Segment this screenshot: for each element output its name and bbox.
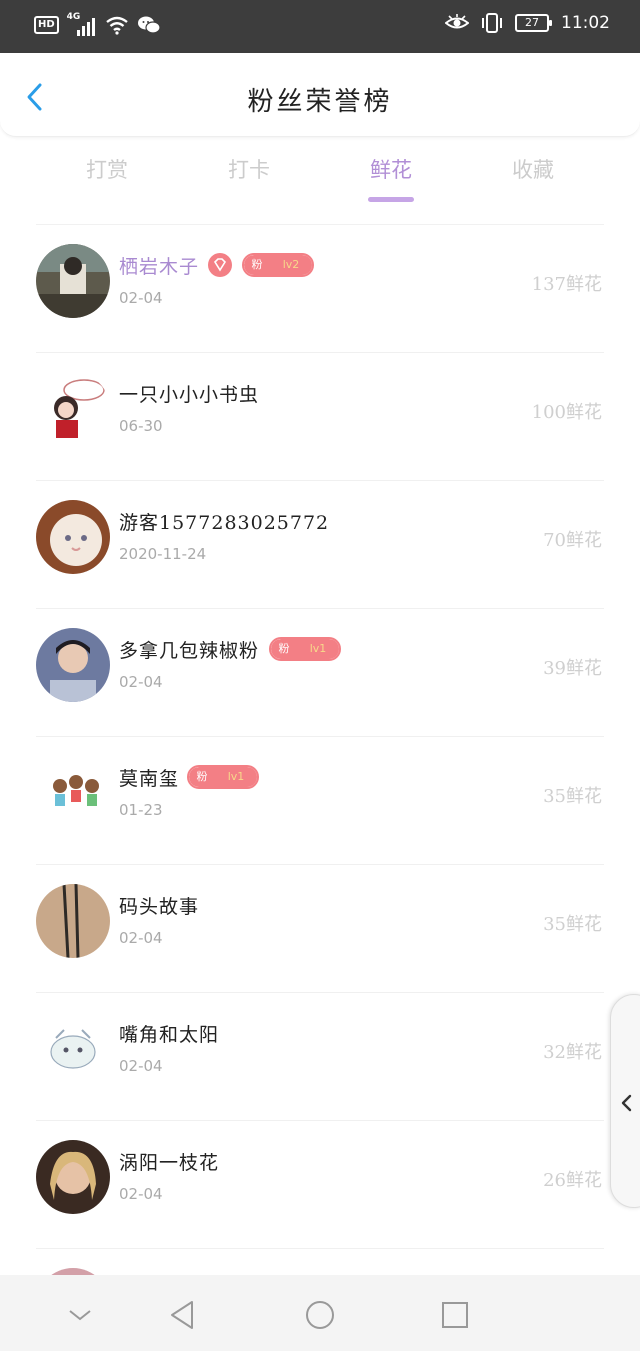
fan-date: 02-04 — [119, 929, 163, 947]
fan-honor-page: HD 4G 27 11:02 粉丝荣誉榜 打赏 打卡 鲜花 收藏 栖岩木子 粉 … — [0, 0, 640, 1351]
vibrate-icon — [482, 13, 502, 33]
tab-label: 打赏 — [86, 158, 128, 182]
fan-badge-label: 粉 — [271, 639, 297, 659]
list-item[interactable]: 码头故事 02-04 35鲜花 — [0, 865, 640, 993]
fan-name: 栖岩木子 — [119, 256, 200, 278]
level-label: lv1 — [309, 642, 327, 655]
fan-date: 02-04 — [119, 1185, 163, 1203]
avatar[interactable] — [36, 244, 110, 318]
nav-back-button[interactable] — [163, 1295, 203, 1335]
flower-count: 137鲜花 — [531, 274, 602, 295]
fan-badge-label: 粉 — [244, 255, 270, 275]
flower-count: 32鲜花 — [543, 1042, 602, 1063]
fan-ranking-list: 栖岩木子 粉 lv2 02-04 137鲜花 一只小小小书虫 06-30 100… — [0, 225, 640, 1351]
fan-name: 涡阳一枝花 — [119, 1152, 220, 1174]
fan-level-badge: 粉 lv1 — [269, 637, 341, 661]
side-drawer-handle[interactable] — [610, 994, 640, 1208]
flower-count: 39鲜花 — [543, 658, 602, 679]
avatar[interactable] — [36, 756, 110, 830]
fan-name: 嘴角和太阳 — [119, 1024, 220, 1046]
home-circle-icon — [306, 1301, 334, 1329]
eye-icon — [445, 14, 469, 29]
wechat-icon — [137, 16, 161, 34]
chevron-down-icon — [69, 1310, 91, 1321]
fan-date: 01-23 — [119, 801, 163, 819]
fan-name: 一只小小小书虫 — [119, 384, 260, 406]
clock-time: 11:02 — [561, 13, 610, 33]
tab-flowers[interactable]: 鲜花 — [320, 150, 462, 204]
system-nav-bar — [0, 1275, 640, 1351]
recents-square-icon — [442, 1302, 468, 1328]
avatar[interactable] — [36, 884, 110, 958]
back-triangle-icon — [171, 1301, 193, 1329]
status-bar: HD 4G 27 11:02 — [0, 0, 640, 53]
tab-reward[interactable]: 打赏 — [36, 150, 178, 204]
fan-date: 02-04 — [119, 289, 163, 307]
tab-label: 收藏 — [512, 158, 554, 182]
flower-count: 26鲜花 — [543, 1170, 602, 1191]
tab-label: 打卡 — [228, 158, 270, 182]
level-label: lv1 — [227, 770, 245, 783]
avatar[interactable] — [36, 500, 110, 574]
chevron-left-icon — [621, 1094, 632, 1112]
fan-name: 游客1577283025772 — [119, 512, 330, 534]
fan-date: 06-30 — [119, 417, 163, 435]
avatar[interactable] — [36, 372, 110, 446]
fan-level-badge: 粉 lv1 — [187, 765, 259, 789]
fan-date: 02-04 — [119, 1057, 163, 1075]
avatar[interactable] — [36, 1012, 110, 1086]
tab-checkin[interactable]: 打卡 — [178, 150, 320, 204]
signal-icon: 4G — [67, 12, 97, 36]
flower-count: 70鲜花 — [543, 530, 602, 551]
tab-label: 鲜花 — [370, 158, 412, 182]
nav-recents-button[interactable] — [435, 1295, 475, 1335]
avatar[interactable] — [36, 628, 110, 702]
list-item[interactable]: 游客1577283025772 2020-11-24 70鲜花 — [0, 481, 640, 609]
avatar[interactable] — [36, 1140, 110, 1214]
tab-bar: 打赏 打卡 鲜花 收藏 — [36, 150, 604, 204]
wifi-icon — [105, 16, 128, 35]
fan-name: 码头故事 — [119, 896, 200, 918]
list-item[interactable]: 涡阳一枝花 02-04 26鲜花 — [0, 1121, 640, 1249]
list-item[interactable]: 嘴角和太阳 02-04 32鲜花 — [0, 993, 640, 1121]
battery-icon: 27 — [515, 14, 552, 32]
flower-count: 100鲜花 — [531, 402, 602, 423]
diamond-icon — [208, 253, 232, 277]
fan-name: 多拿几包辣椒粉 — [119, 640, 260, 662]
flower-count: 35鲜花 — [543, 786, 602, 807]
list-item[interactable]: 多拿几包辣椒粉 粉 lv1 02-04 39鲜花 — [0, 609, 640, 737]
app-header: 粉丝荣誉榜 — [0, 53, 640, 137]
page-title: 粉丝荣誉榜 — [247, 87, 393, 117]
tab-favorites[interactable]: 收藏 — [462, 150, 604, 204]
nav-collapse-button[interactable] — [60, 1295, 100, 1335]
fan-level-badge: 粉 lv2 — [242, 253, 314, 277]
tab-indicator — [368, 197, 414, 202]
flower-count: 35鲜花 — [543, 914, 602, 935]
fan-badge-label: 粉 — [189, 767, 215, 787]
list-item[interactable]: 莫南玺 粉 lv1 01-23 35鲜花 — [0, 737, 640, 865]
fan-date: 02-04 — [119, 673, 163, 691]
list-item[interactable]: 一只小小小书虫 06-30 100鲜花 — [0, 353, 640, 481]
level-label: lv2 — [282, 258, 300, 271]
fan-name: 莫南玺 — [119, 768, 180, 790]
nav-home-button[interactable] — [300, 1295, 340, 1335]
fan-date: 2020-11-24 — [119, 545, 207, 563]
hd-icon: HD — [34, 16, 59, 34]
list-item[interactable]: 栖岩木子 粉 lv2 02-04 137鲜花 — [0, 225, 640, 353]
